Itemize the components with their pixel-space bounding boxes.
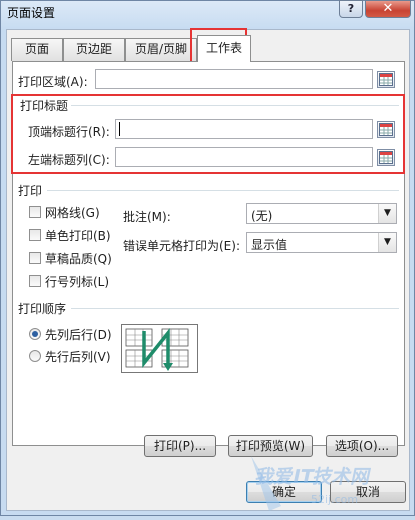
draft-quality-checkbox[interactable] — [29, 252, 41, 264]
group-divider — [47, 190, 399, 191]
cell-errors-select[interactable]: 显示值 ▼ — [246, 232, 397, 253]
over-then-down-radio[interactable] — [29, 350, 41, 362]
help-button[interactable]: ? — [339, 0, 363, 18]
tab-sheet[interactable]: 工作表 — [197, 35, 251, 62]
rows-to-repeat-label: 顶端标题行(R): — [28, 125, 110, 139]
window-title: 页面设置 — [7, 6, 56, 20]
page-setup-dialog: 页面设置 ? ✕ 页面 页边距 页眉/页脚 工作表 打印区域(A): 打印标题 … — [0, 0, 415, 516]
page-order-preview-icon — [125, 328, 189, 371]
print-titles-group-label: 打印标题 — [20, 99, 69, 113]
print-area-label: 打印区域(A): — [18, 75, 88, 89]
down-then-over-label: 先列后行(D) — [45, 328, 112, 342]
range-picker-icon — [379, 151, 393, 164]
down-then-over-radio[interactable] — [29, 328, 41, 340]
columns-to-repeat-label: 左端标题列(C): — [28, 153, 110, 167]
dropdown-arrow-icon: ▼ — [378, 204, 396, 223]
comments-label: 批注(M): — [123, 210, 171, 224]
gridlines-label: 网格线(G) — [45, 206, 100, 220]
tab-margins[interactable]: 页边距 — [63, 38, 125, 61]
cancel-button[interactable]: 取消 — [330, 481, 406, 503]
rows-picker-button[interactable] — [377, 121, 395, 138]
gridlines-checkbox[interactable] — [29, 206, 41, 218]
page-order-preview — [121, 324, 198, 373]
row-col-headings-checkbox[interactable] — [29, 275, 41, 287]
close-button[interactable]: ✕ — [365, 0, 411, 18]
black-white-checkbox[interactable] — [29, 229, 41, 241]
columns-picker-button[interactable] — [377, 149, 395, 166]
text-cursor — [119, 122, 120, 136]
range-picker-icon — [379, 123, 393, 136]
row-col-headings-label: 行号列标(L) — [45, 275, 110, 289]
page-order-group-label: 打印顺序 — [18, 302, 67, 316]
draft-quality-label: 草稿品质(Q) — [45, 252, 112, 266]
tab-header-footer[interactable]: 页眉/页脚 — [125, 38, 197, 61]
cell-errors-value: 显示值 — [251, 238, 288, 252]
columns-to-repeat-input[interactable] — [115, 147, 373, 167]
range-picker-icon — [379, 73, 393, 86]
title-bar[interactable]: 页面设置 ? ✕ — [1, 0, 414, 23]
comments-value: (无) — [251, 209, 273, 223]
ok-button[interactable]: 确定 — [246, 481, 322, 503]
options-button[interactable]: 选项(O)... — [326, 435, 398, 457]
dropdown-arrow-icon: ▼ — [378, 233, 396, 252]
print-preview-button[interactable]: 打印预览(W) — [228, 435, 313, 457]
print-area-picker-button[interactable] — [377, 71, 395, 88]
group-divider — [71, 308, 399, 309]
print-area-input[interactable] — [95, 69, 373, 89]
over-then-down-label: 先行后列(V) — [45, 350, 111, 364]
cell-errors-label: 错误单元格打印为(E): — [123, 239, 240, 253]
tab-page[interactable]: 页面 — [11, 38, 63, 61]
group-divider — [71, 105, 399, 106]
print-button[interactable]: 打印(P)... — [144, 435, 216, 457]
comments-select[interactable]: (无) ▼ — [246, 203, 397, 224]
black-white-label: 单色打印(B) — [45, 229, 111, 243]
rows-to-repeat-input[interactable] — [115, 119, 373, 139]
print-group-label: 打印 — [18, 184, 43, 198]
